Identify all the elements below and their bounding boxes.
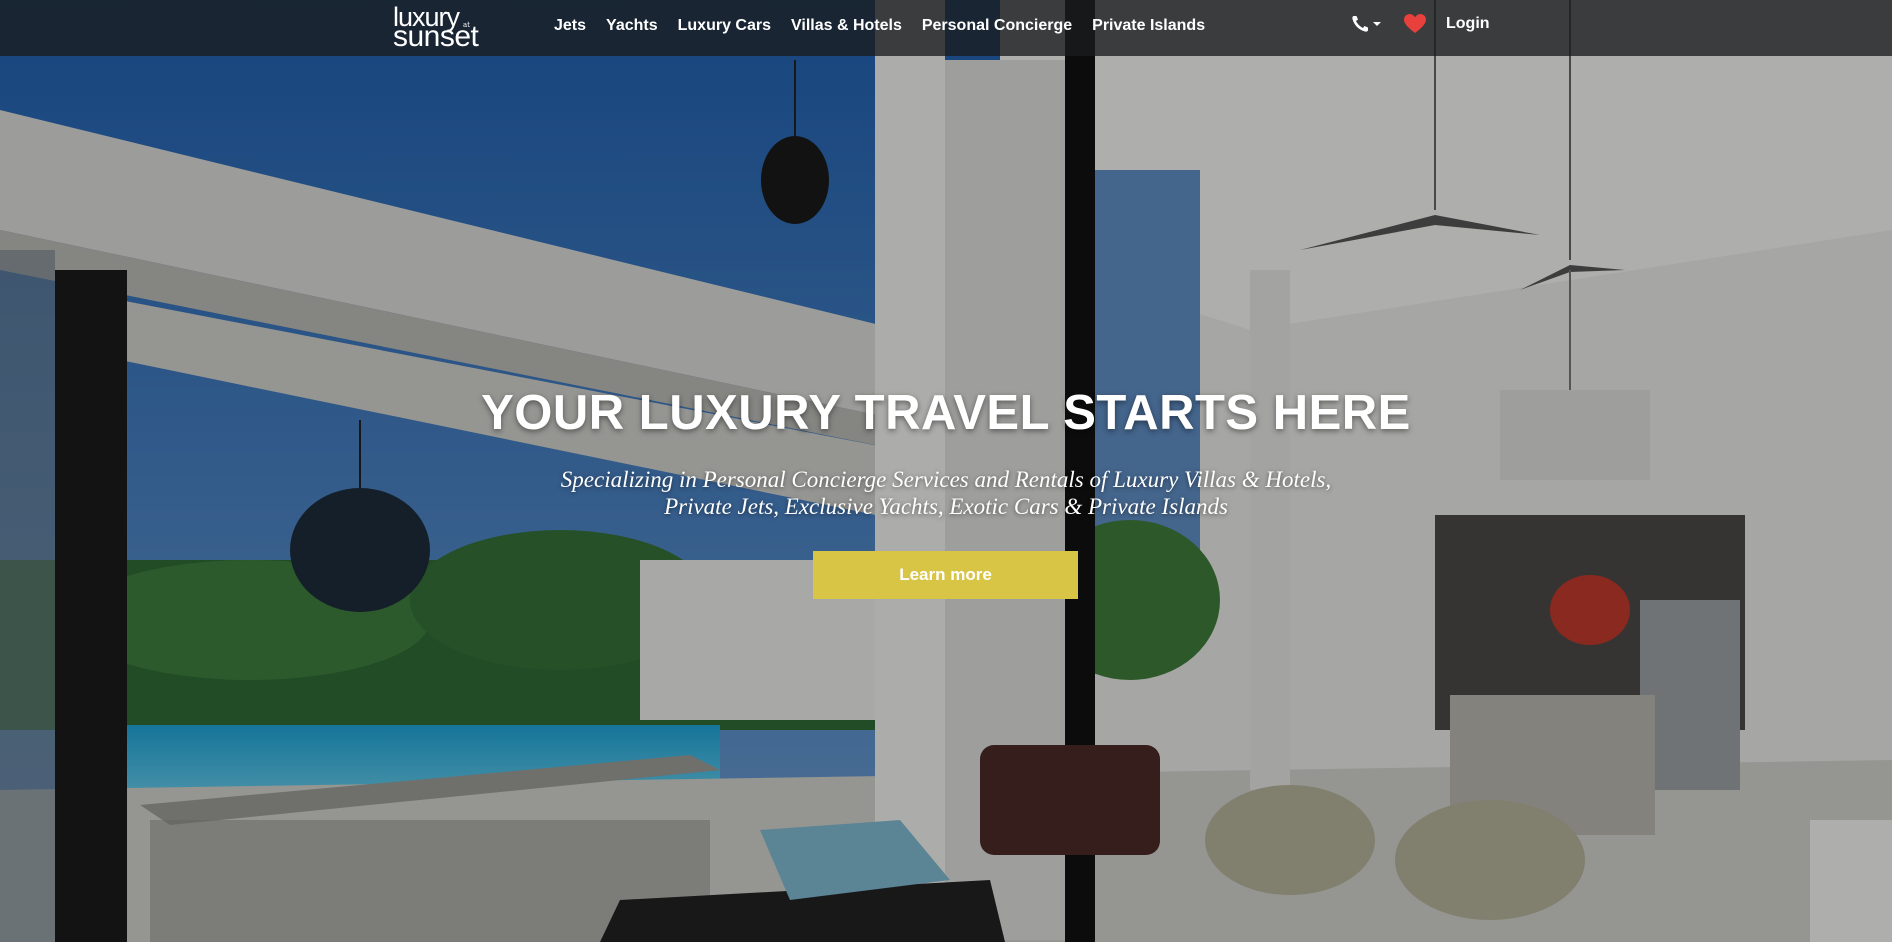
nav-link-private-islands[interactable]: Private Islands bbox=[1092, 16, 1205, 36]
phone-icon bbox=[1352, 16, 1381, 32]
learn-more-button[interactable]: Learn more bbox=[813, 551, 1078, 599]
caret-down-icon bbox=[1373, 22, 1381, 26]
logo-word-sunset: sunset bbox=[393, 20, 479, 53]
phone-dropdown-toggle[interactable] bbox=[1350, 13, 1386, 35]
main-nav: Jets Yachts Luxury Cars Villas & Hotels … bbox=[554, 16, 1225, 36]
nav-link-yachts[interactable]: Yachts bbox=[606, 16, 658, 36]
hero-subtitle: Specializing in Personal Concierge Servi… bbox=[560, 467, 1332, 519]
hero-headline: YOUR LUXURY TRAVEL STARTS HERE bbox=[481, 386, 1411, 440]
nav-link-villas-hotels[interactable]: Villas & Hotels bbox=[791, 16, 902, 36]
nav-link-personal-concierge[interactable]: Personal Concierge bbox=[922, 16, 1072, 36]
login-link[interactable]: Login bbox=[1446, 14, 1490, 34]
top-navbar: luxury at sunset Jets Yachts Luxury Cars… bbox=[0, 0, 1892, 56]
nav-link-jets[interactable]: Jets bbox=[554, 16, 586, 36]
favorites-button[interactable] bbox=[1403, 13, 1427, 35]
heart-icon bbox=[1404, 14, 1426, 33]
nav-link-luxury-cars[interactable]: Luxury Cars bbox=[678, 16, 771, 36]
brand-logo[interactable]: luxury at sunset bbox=[393, 2, 489, 53]
